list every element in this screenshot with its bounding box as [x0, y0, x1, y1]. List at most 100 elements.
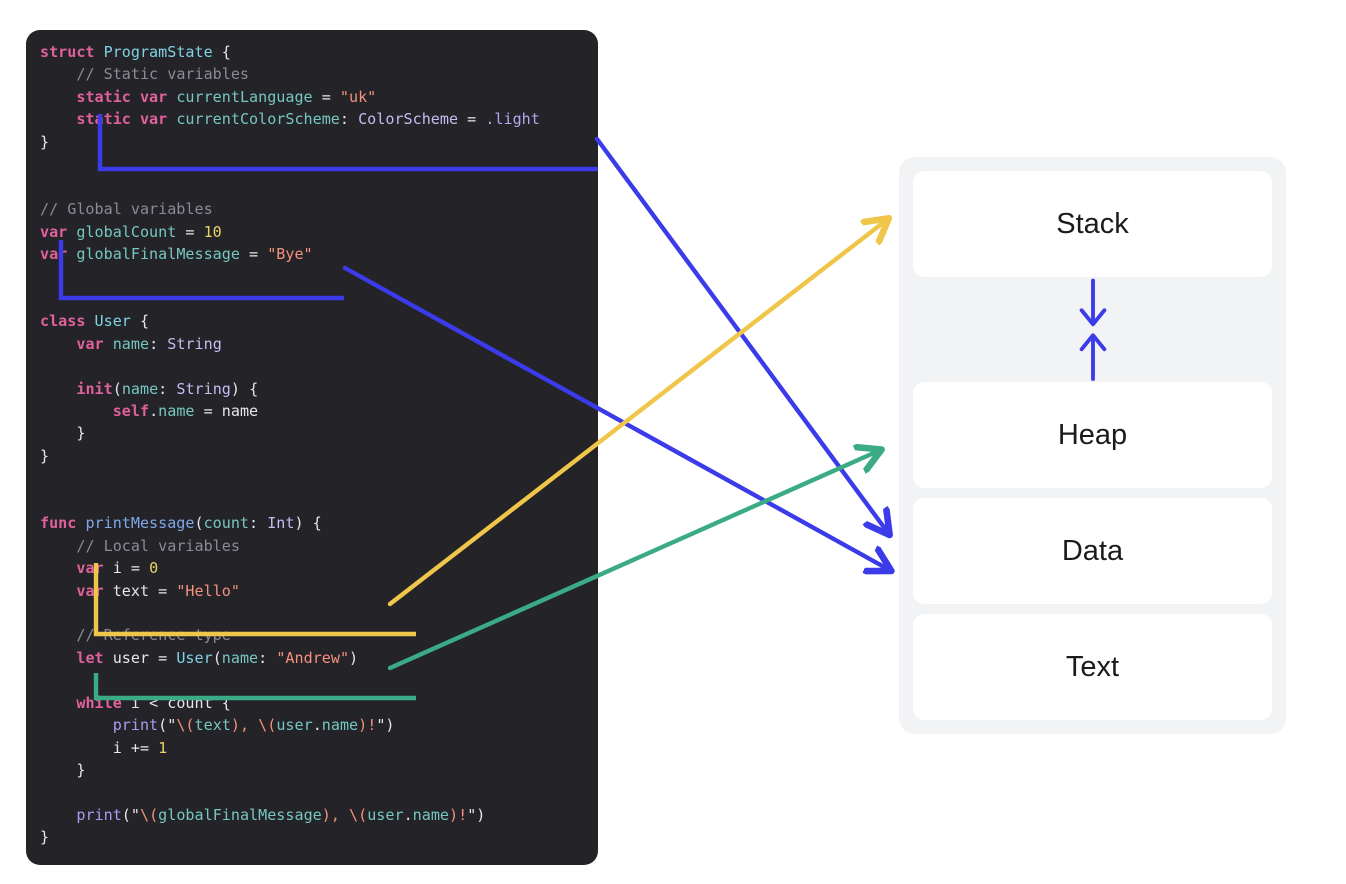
code-token: name — [158, 402, 195, 420]
code-token: User — [94, 312, 131, 331]
code-line: // Local variables — [40, 535, 540, 557]
code-token: , — [330, 805, 350, 824]
code-token: . — [312, 716, 322, 735]
code-token: var — [40, 244, 77, 263]
code-line: // Reference type — [40, 624, 540, 646]
code-token: (" — [121, 805, 140, 824]
code-line: init(name: String) { — [40, 378, 540, 400]
code-token: static var — [76, 110, 177, 129]
code-token: var — [76, 334, 113, 353]
code-line: var globalFinalMessage = "Bye" — [40, 243, 540, 265]
code-token: ColorScheme — [358, 110, 459, 129]
memory-segment-label: Heap — [1057, 418, 1128, 451]
code-line: i += 1 — [40, 737, 540, 759]
code-line: struct ProgramState { — [40, 41, 540, 63]
code-token: ( — [112, 379, 122, 398]
code-line: } — [40, 131, 540, 153]
code-token: } — [40, 828, 50, 847]
code-token: = — [121, 559, 150, 578]
code-token: globalCount — [76, 222, 177, 241]
code-token: i += — [112, 738, 159, 757]
code-token: currentLanguage — [176, 87, 313, 106]
code-token: { — [212, 43, 231, 61]
code-token: class — [40, 312, 95, 331]
code-panel: struct ProgramState { // Static variable… — [26, 30, 598, 865]
memory-spacer — [913, 488, 1272, 498]
code-line: var i = 0 — [40, 557, 540, 579]
code-token: = — [149, 648, 177, 667]
code-token: text — [194, 716, 231, 735]
code-token: print — [112, 716, 159, 735]
memory-segment-label: Stack — [1056, 207, 1129, 240]
code-token: ) — [349, 648, 359, 667]
memory-segment-label: Data — [1061, 534, 1124, 567]
code-token: currentColorScheme — [176, 110, 340, 129]
code-line: } — [40, 759, 540, 781]
code-token: text — [112, 581, 150, 600]
code-token: . — [403, 805, 413, 824]
code-token: init — [76, 379, 113, 398]
code-token: : — [258, 648, 277, 667]
code-line: var name: String — [40, 333, 540, 355]
code-token: user — [112, 648, 150, 667]
code-token: : — [249, 514, 268, 533]
memory-segment-stack: Stack — [913, 171, 1272, 277]
code-token: user — [276, 716, 313, 735]
code-token: = — [239, 244, 268, 263]
code-token: , — [239, 716, 259, 735]
code-token: var — [76, 581, 113, 600]
diagram-root: struct ProgramState { // Static variable… — [0, 0, 1346, 884]
code-token: name — [121, 379, 159, 398]
code-token: "Andrew" — [276, 648, 350, 667]
code-line: // Static variables — [40, 63, 540, 85]
code-listing: struct ProgramState { // Static variable… — [40, 41, 540, 849]
code-token: String — [167, 334, 222, 353]
code-token: globalFinalMessage — [76, 244, 240, 263]
code-token: ) — [358, 716, 368, 735]
code-token: count — [203, 514, 250, 533]
code-line: print("\(globalFinalMessage), \(user.nam… — [40, 804, 540, 826]
code-line: let user = User(name: "Andrew") — [40, 647, 540, 669]
code-token: print — [76, 805, 122, 824]
code-token: \( — [349, 805, 368, 824]
code-token: { — [130, 312, 150, 331]
code-token: ( — [194, 514, 204, 533]
code-token: i < count { — [130, 693, 231, 712]
code-token: ! — [367, 716, 377, 735]
code-token: .light — [485, 110, 540, 129]
code-token: } — [40, 424, 86, 443]
memory-growth-arrows — [913, 277, 1272, 382]
code-token: ") — [376, 716, 395, 735]
code-token: \( — [258, 716, 277, 735]
code-token: ProgramState — [103, 43, 213, 61]
code-token: globalFinalMessage — [158, 805, 322, 824]
code-token: = — [149, 581, 177, 600]
code-token: user — [367, 805, 404, 824]
code-token: "Bye" — [267, 244, 313, 263]
code-token: ") — [467, 805, 486, 824]
code-line: print("\(text), \(user.name)!") — [40, 714, 540, 736]
code-token: func — [40, 514, 86, 533]
code-token: \( — [176, 716, 195, 735]
code-token: = — [176, 222, 204, 241]
code-token: name — [412, 805, 450, 824]
code-token: \( — [139, 805, 159, 824]
code-token: } — [40, 761, 86, 779]
